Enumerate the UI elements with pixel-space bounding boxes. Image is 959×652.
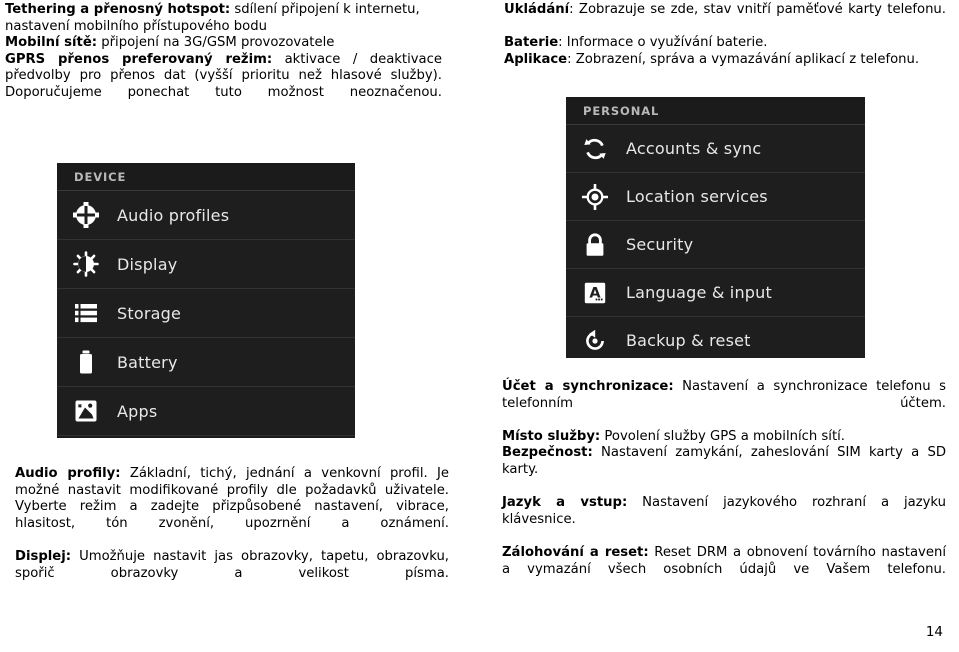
tethering-term: Tethering a přenosný hotspot: <box>5 2 231 17</box>
battery-icon <box>71 347 101 377</box>
settings-row-accounts-sync[interactable]: Accounts & sync <box>566 125 865 173</box>
text-block-tethering: Tethering a přenosný hotspot: sdílení př… <box>5 2 442 118</box>
screenshot-personal-settings: PERSONAL Accounts & sync Location service… <box>566 97 865 358</box>
storage-paragraph: Aplikace: Zobrazení, správa a vymazávání… <box>504 52 946 69</box>
storage-paragraph: Baterie: Informace o využívání baterie. <box>504 35 946 52</box>
tethering-paragraph: GPRS přenos preferovaný režim: aktivace … <box>5 52 442 118</box>
settings-row-label: Language & input <box>626 283 772 302</box>
text-block-audio-display: Audio profily: Základní, tichý, jednání … <box>15 466 449 599</box>
settings-row-label: Apps <box>117 401 158 421</box>
tethering-paragraph: Tethering a přenosný hotspot: sdílení př… <box>5 2 442 35</box>
audio-profiles-icon <box>71 200 101 230</box>
settings-row-language-input[interactable]: A Language & input <box>566 269 865 317</box>
settings-row-label: Backup & reset <box>626 331 751 350</box>
settings-row-battery[interactable]: Battery <box>57 338 355 387</box>
personal-settings-list: Accounts & sync Location services Security… <box>566 125 865 358</box>
manual-page: Tethering a přenosný hotspot: sdílení př… <box>0 0 959 652</box>
settings-row-security[interactable]: Security <box>566 221 865 269</box>
audio-term: Displej: <box>15 548 72 564</box>
settings-row-label: Accounts & sync <box>626 139 762 158</box>
storage-description: : Informace o využívání baterie. <box>558 35 768 51</box>
personal-term: Zálohování a reset: <box>502 544 649 560</box>
language-keyboard-icon: A <box>580 278 610 308</box>
page-number: 14 <box>925 624 943 640</box>
settings-row-label: Battery <box>117 352 178 372</box>
settings-row-label: Location services <box>626 187 768 206</box>
settings-row-location-services[interactable]: Location services <box>566 173 865 221</box>
device-section-header: DEVICE <box>57 163 355 191</box>
personal-paragraph: Jazyk a vstup: Nastavení jazykového rozh… <box>502 495 946 545</box>
personal-term: Účet a synchronizace: <box>502 379 674 394</box>
storage-paragraph: Ukládání: Zobrazuje se zde, stav vnitří … <box>504 2 946 35</box>
tethering-term: GPRS přenos preferovaný režim: <box>5 51 273 67</box>
storage-term: Ukládání <box>504 2 570 17</box>
personal-description: Povolení služby GPS a mobilních sítí. <box>600 428 845 444</box>
storage-description: : Zobrazení, správa a vymazávání aplikac… <box>567 51 920 67</box>
settings-row-label: Audio profiles <box>117 205 230 225</box>
audio-paragraph: Displej: Umožňuje nastavit jas obrazovky… <box>15 549 449 599</box>
settings-row-audio-profiles[interactable]: Audio profiles <box>57 191 355 240</box>
backup-reset-icon <box>580 326 610 356</box>
storage-term: Aplikace <box>504 51 568 67</box>
personal-paragraph: Účet a synchronizace: Nastavení a synchr… <box>502 379 946 429</box>
audio-description: Umožňuje nastavit jas obrazovky, tapetu,… <box>15 548 449 581</box>
settings-row-label: Display <box>117 254 178 274</box>
tethering-paragraph: Mobilní sítě: připojení na 3G/GSM provoz… <box>5 35 442 52</box>
personal-paragraph: Zálohování a reset: Reset DRM a obnovení… <box>502 545 946 595</box>
tethering-term: Mobilní sítě: <box>5 35 98 51</box>
settings-row-display[interactable]: Display <box>57 240 355 289</box>
storage-description: : Zobrazuje se zde, stav vnitří paměťové… <box>569 2 946 17</box>
settings-row-label: Security <box>626 235 694 254</box>
audio-paragraph: Audio profily: Základní, tichý, jednání … <box>15 466 449 549</box>
settings-row-storage[interactable]: Storage <box>57 289 355 338</box>
text-block-storage-battery-apps: Ukládání: Zobrazuje se zde, stav vnitří … <box>504 2 946 68</box>
personal-paragraph: Místo služby: Povolení služby GPS a mobi… <box>502 429 946 446</box>
personal-term: Jazyk a vstup: <box>502 495 628 511</box>
lock-icon <box>580 230 610 260</box>
text-block-personal-settings: Účet a synchronizace: Nastavení a synchr… <box>502 379 946 595</box>
device-settings-list: Audio profiles Display Storage Battery Apps <box>57 191 355 436</box>
sync-icon <box>580 134 610 164</box>
apps-icon <box>71 396 101 426</box>
personal-term: Bezpečnost: <box>502 445 593 461</box>
settings-row-backup-reset[interactable]: Backup & reset <box>566 317 865 358</box>
screenshot-device-settings: DEVICE Audio profiles Display Storage Batte… <box>57 163 355 438</box>
location-crosshair-icon <box>580 182 610 212</box>
personal-section-header: PERSONAL <box>566 97 865 125</box>
display-brightness-icon <box>71 249 101 279</box>
audio-term: Audio profily: <box>15 466 121 481</box>
tethering-description: připojení na 3G/GSM provozovatele <box>97 35 335 51</box>
storage-icon <box>71 298 101 328</box>
personal-term: Místo služby: <box>502 428 601 444</box>
storage-term: Baterie <box>504 35 559 51</box>
personal-paragraph: Bezpečnost: Nastavení zamykání, zaheslov… <box>502 445 946 495</box>
settings-row-apps[interactable]: Apps <box>57 387 355 436</box>
settings-row-label: Storage <box>117 303 182 323</box>
